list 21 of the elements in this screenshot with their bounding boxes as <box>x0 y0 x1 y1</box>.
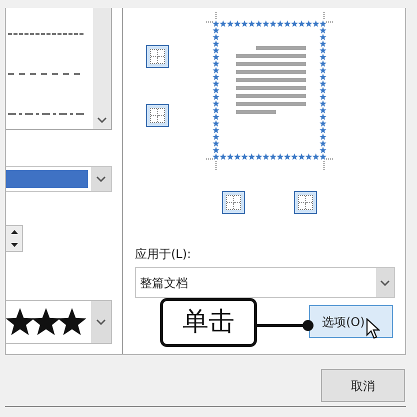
width-spinner[interactable] <box>6 225 23 252</box>
border-toggle-button[interactable] <box>146 104 169 127</box>
art-dropdown[interactable] <box>6 300 112 344</box>
up-arrow-icon <box>10 230 18 234</box>
border-toggle-button[interactable] <box>294 191 317 214</box>
chevron-down-icon <box>97 117 107 123</box>
callout-box: 单击 <box>160 298 257 347</box>
down-arrow-icon <box>10 242 18 247</box>
leader-line <box>257 320 314 331</box>
cancel-button[interactable]: 取消 <box>321 369 405 402</box>
chevron-down-icon <box>380 280 390 286</box>
border-toggle-button[interactable] <box>222 191 245 214</box>
dropdown-value: 整篇文档 <box>139 274 189 292</box>
mouse-cursor-icon <box>366 318 380 339</box>
border-toggle-button[interactable] <box>146 45 169 68</box>
chevron-down-icon <box>96 319 106 325</box>
chevron-down-icon <box>96 176 106 182</box>
apply-to-dropdown[interactable]: 整篇文档 <box>135 267 395 298</box>
scrollbar[interactable] <box>93 8 111 129</box>
apply-to-label: 应用于(L): <box>135 246 192 263</box>
color-dropdown[interactable] <box>6 166 112 192</box>
